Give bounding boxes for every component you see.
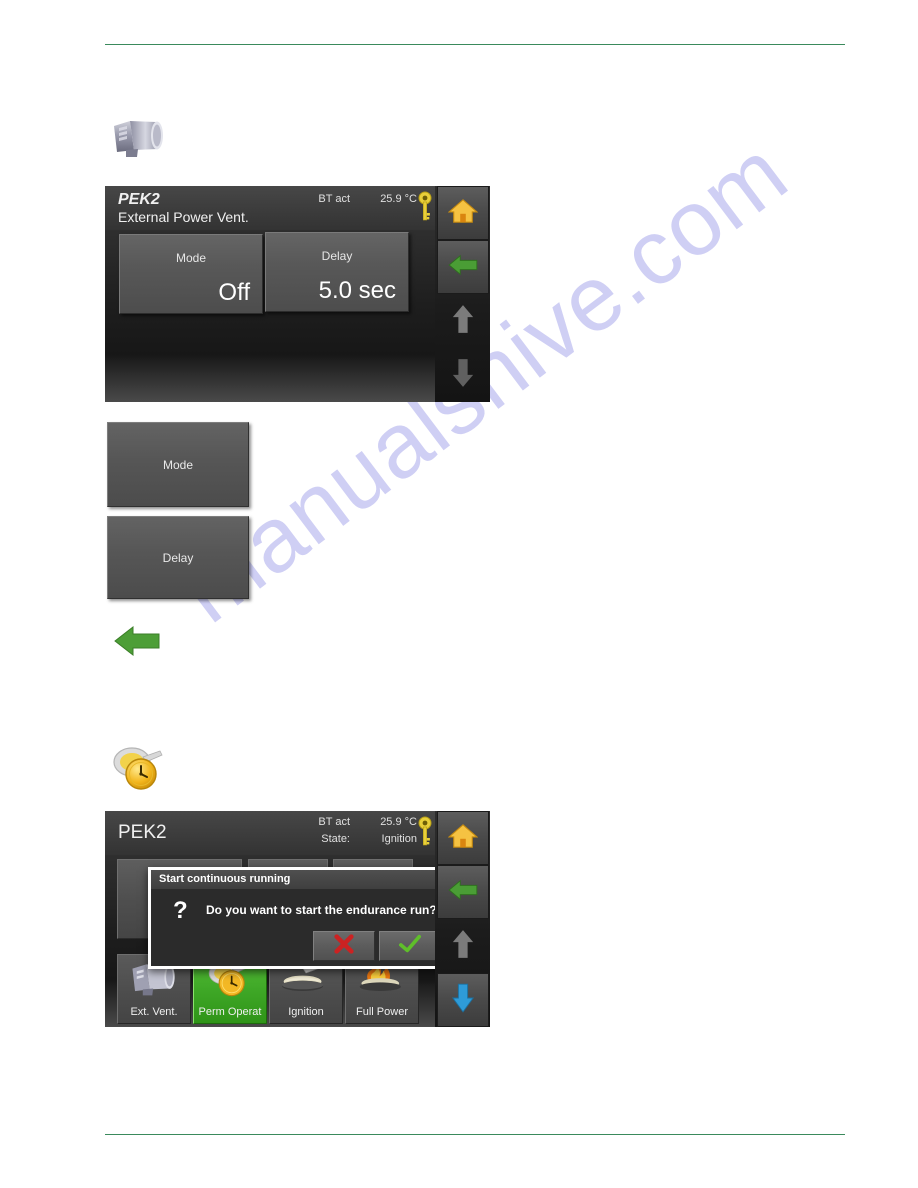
panel-two-title: PEK2 xyxy=(118,822,167,843)
blower-motor-icon xyxy=(110,116,168,165)
panel-two-nav-rail xyxy=(435,811,490,1027)
sample-delay-button[interactable]: Delay xyxy=(107,516,249,599)
back-button[interactable] xyxy=(437,865,489,919)
sample-mode-button-label: Mode xyxy=(162,457,194,472)
scroll-up-button[interactable] xyxy=(437,294,489,348)
up-arrow-icon xyxy=(451,928,475,965)
panel-one-header: PEK2 External Power Vent. BT act 25.9 °C xyxy=(105,186,435,230)
panel-two-meta-label-1: State: xyxy=(321,833,350,845)
hmi-panel-continuous-running: PEK2 BT act 25.9 °C State: Ignition Ext.… xyxy=(105,811,490,1027)
green-left-arrow-icon xyxy=(113,623,161,664)
home-icon xyxy=(447,823,479,854)
mode-button-label: Mode xyxy=(175,251,207,265)
green-left-arrow-icon xyxy=(447,253,479,282)
confirm-button[interactable] xyxy=(379,931,441,961)
back-button[interactable] xyxy=(437,240,489,294)
panel-one-title: PEK2 xyxy=(118,191,160,208)
scroll-down-button[interactable] xyxy=(437,973,489,1027)
panel-two-meta-label-0: BT act xyxy=(318,816,350,828)
home-icon xyxy=(447,198,479,229)
tab-ext-vent-label: Ext. Vent. xyxy=(130,1006,178,1018)
down-arrow-icon xyxy=(451,982,475,1019)
tab-full-power-label: Full Power xyxy=(356,1006,408,1018)
dialog-actions xyxy=(313,931,441,961)
check-icon xyxy=(398,933,422,960)
panel-one-screen: PEK2 External Power Vent. BT act 25.9 °C… xyxy=(105,186,435,402)
home-button[interactable] xyxy=(437,811,489,865)
dialog-title: Start continuous running xyxy=(151,870,445,889)
page-top-rule xyxy=(105,44,845,45)
delay-button[interactable]: Delay 5.0 sec xyxy=(265,232,409,312)
dialog-body: ? Do you want to start the endurance run… xyxy=(151,889,445,937)
green-left-arrow-icon xyxy=(447,878,479,907)
confirm-dialog: Start continuous running ? Do you want t… xyxy=(148,867,448,969)
panel-two-meta-value-1: Ignition xyxy=(381,833,417,845)
cancel-button[interactable] xyxy=(313,931,375,961)
delay-button-label: Delay xyxy=(321,249,353,263)
panel-one-meta-label: BT act xyxy=(318,193,350,205)
up-arrow-icon xyxy=(451,303,475,340)
hmi-panel-external-power-vent: PEK2 External Power Vent. BT act 25.9 °C… xyxy=(105,186,490,402)
panel-two-screen: PEK2 BT act 25.9 °C State: Ignition Ext.… xyxy=(105,811,448,1027)
sample-mode-button[interactable]: Mode xyxy=(107,422,249,507)
panel-one-nav-rail xyxy=(435,186,490,402)
mode-button-value: Off xyxy=(218,279,250,306)
panel-one-meta-value: 25.9 °C xyxy=(380,193,417,205)
key-icon xyxy=(417,191,433,223)
mode-button[interactable]: Mode Off xyxy=(119,234,263,314)
key-icon xyxy=(417,816,433,848)
home-button[interactable] xyxy=(437,186,489,240)
panel-two-meta-value-0: 25.9 °C xyxy=(380,816,417,828)
panel-two-header: PEK2 BT act 25.9 °C State: Ignition xyxy=(105,811,435,855)
sample-delay-button-label: Delay xyxy=(162,550,194,565)
down-arrow-icon xyxy=(451,357,475,394)
delay-button-value: 5.0 sec xyxy=(318,277,396,304)
scroll-up-button[interactable] xyxy=(437,919,489,973)
page-bottom-rule xyxy=(105,1134,845,1135)
close-icon xyxy=(333,933,355,960)
panel-one-subtitle: External Power Vent. xyxy=(118,209,249,225)
dialog-message: Do you want to start the endurance run? xyxy=(206,903,437,917)
tab-ignition-label: Ignition xyxy=(288,1006,324,1018)
question-mark-icon: ? xyxy=(173,897,188,924)
tab-perm-operat-label: Perm Operat xyxy=(198,1006,262,1018)
scroll-down-button[interactable] xyxy=(437,348,489,402)
clock-coin-icon xyxy=(110,744,170,797)
